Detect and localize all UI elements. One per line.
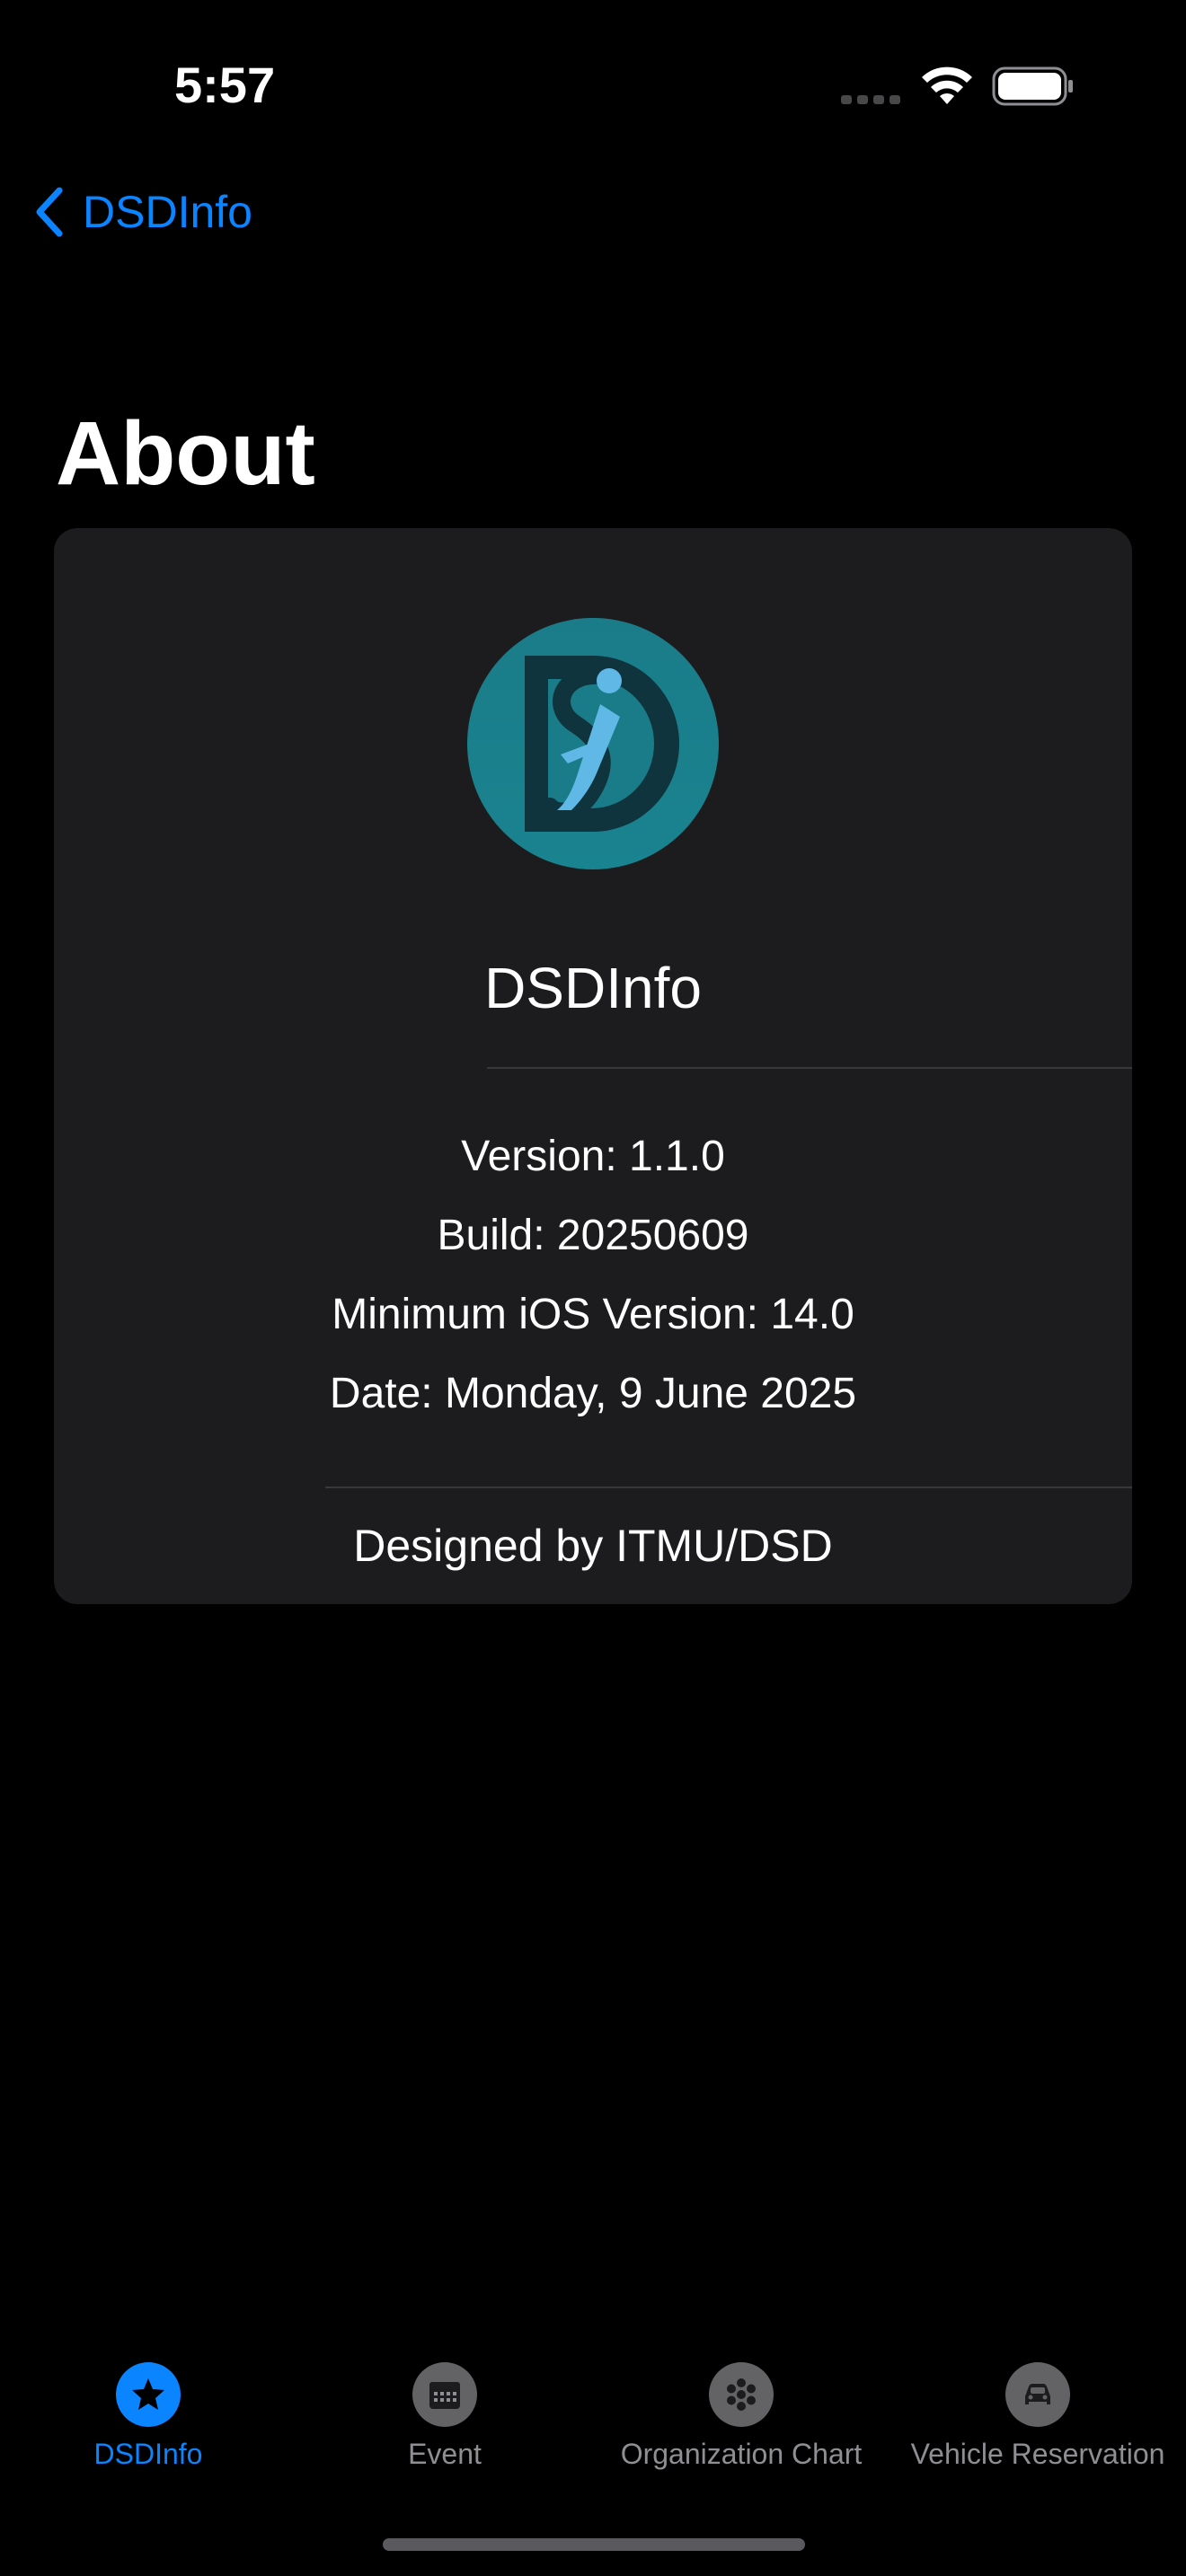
build-text: Build: 20250609 <box>437 1212 749 1259</box>
tab-organization-chart[interactable]: Organization Chart <box>593 2362 890 2471</box>
tab-icon-container <box>709 2362 774 2427</box>
tab-label: Organization Chart <box>620 2438 863 2470</box>
divider <box>325 1486 1132 1488</box>
tab-label: Event <box>408 2438 482 2470</box>
page-title: About <box>56 403 315 504</box>
chevron-left-icon <box>36 187 63 237</box>
designed-by-text: Designed by ITMU/DSD <box>353 1521 833 1571</box>
tab-icon-container <box>412 2362 477 2427</box>
dots-cluster-icon <box>727 2378 756 2411</box>
minimum-ios-text: Minimum iOS Version: 14.0 <box>332 1291 854 1338</box>
status-time: 5:57 <box>174 57 276 113</box>
tab-event[interactable]: Event <box>296 2362 593 2471</box>
version-text: Version: 1.1.0 <box>461 1133 725 1180</box>
divider <box>487 1067 1132 1069</box>
back-button-label: DSDInfo <box>83 187 252 237</box>
app-name: DSDInfo <box>484 956 702 1020</box>
date-text: Date: Monday, 9 June 2025 <box>329 1370 857 1417</box>
tab-vehicle-reservation[interactable]: Vehicle Reservation <box>890 2362 1186 2471</box>
star-icon <box>132 2378 164 2410</box>
calendar-icon <box>429 2382 460 2409</box>
app-logo-icon <box>467 618 719 869</box>
home-indicator[interactable] <box>383 2538 805 2551</box>
cellular-signal-icon <box>841 95 900 104</box>
back-button[interactable]: DSDInfo <box>31 180 252 244</box>
about-card: DSDInfo Version: 1.1.0 Build: 20250609 M… <box>54 528 1132 1604</box>
wifi-icon <box>922 66 972 104</box>
car-icon <box>1025 2384 1050 2404</box>
tab-icon-container <box>116 2362 181 2427</box>
tab-icon-container <box>1005 2362 1070 2427</box>
tab-label: DSDInfo <box>93 2438 203 2470</box>
battery-icon <box>992 66 1073 106</box>
tab-label: Vehicle Reservation <box>910 2438 1165 2470</box>
tab-dsdinfo[interactable]: DSDInfo <box>0 2362 296 2471</box>
